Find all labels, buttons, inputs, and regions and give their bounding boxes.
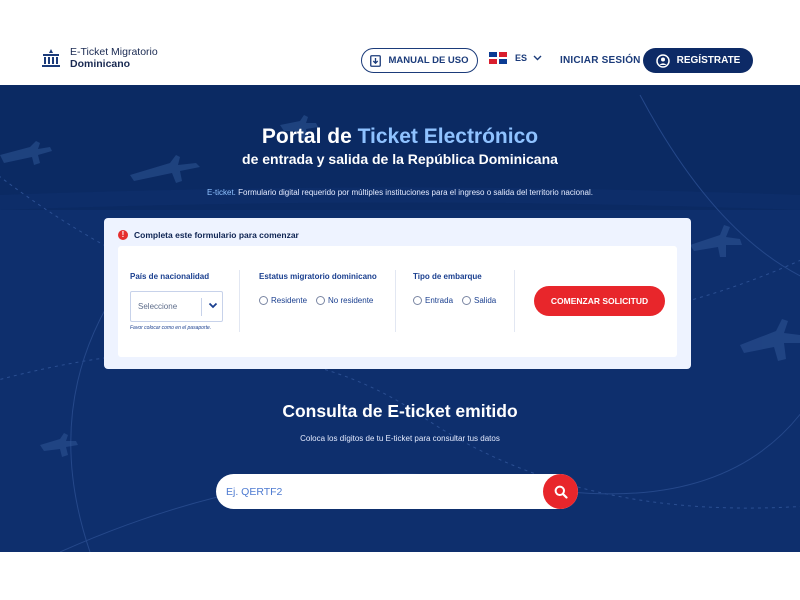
title-accent: Ticket Electrónico xyxy=(357,125,539,148)
select-divider xyxy=(201,298,202,316)
application-form-card: ! Completa este formulario para comenzar… xyxy=(104,218,691,369)
consult-title: Consulta de E-ticket emitido xyxy=(282,401,518,421)
boarding-radio-exit[interactable]: Salida xyxy=(462,296,496,305)
boarding-option-label: Entrada xyxy=(425,296,454,305)
description-text: Formulario digital requerido por múltipl… xyxy=(235,188,593,197)
radio-circle xyxy=(462,296,471,305)
boarding-radio-entry[interactable]: Entrada xyxy=(413,296,453,305)
hero-section: Portal de Ticket Electrónico de entrada … xyxy=(0,85,800,552)
site-header: E-Ticket Migratorio Dominicano MANUAL DE… xyxy=(0,0,800,85)
site-logo[interactable]: E-Ticket Migratorio Dominicano xyxy=(40,46,158,70)
radio-circle xyxy=(413,296,422,305)
status-option-label: Residente xyxy=(271,296,308,305)
field-divider xyxy=(514,270,515,332)
register-label: REGÍSTRATE xyxy=(676,55,741,66)
language-selector[interactable]: ES xyxy=(489,52,542,64)
page-subtitle: de entrada y salida de la República Domi… xyxy=(242,151,558,167)
form-heading: ! Completa este formulario para comenzar xyxy=(118,230,299,240)
eticket-search-input[interactable] xyxy=(226,474,526,509)
title-prefix: Portal de xyxy=(261,125,358,148)
boarding-option-label: Salida xyxy=(474,296,497,305)
alert-icon: ! xyxy=(118,230,128,240)
page-description: E-ticket. Formulario digital requerido p… xyxy=(0,188,800,197)
register-button[interactable]: REGÍSTRATE xyxy=(643,48,753,73)
start-application-button[interactable]: COMENZAR SOLICITUD xyxy=(534,286,665,316)
radio-circle xyxy=(316,296,325,305)
status-radio-non-resident[interactable]: No residente xyxy=(316,296,373,305)
field-divider xyxy=(395,270,396,332)
manual-label: MANUAL DE USO xyxy=(388,55,469,66)
nationality-hint: Favor colocar como en el pasaporte. xyxy=(130,325,212,331)
form-fields: País de nacionalidad Seleccione Favor co… xyxy=(118,246,677,357)
search-icon xyxy=(554,485,568,499)
user-circle-icon xyxy=(655,53,670,68)
radio-circle xyxy=(259,296,268,305)
language-code: ES xyxy=(515,53,528,63)
dominican-republic-flag-icon xyxy=(489,52,507,64)
status-radio-resident[interactable]: Residente xyxy=(259,296,307,305)
page-title: Portal de Ticket Electrónico xyxy=(0,125,800,149)
logo-subtitle: Dominicano xyxy=(70,58,131,70)
nationality-selected-value: Seleccione xyxy=(138,302,178,311)
chevron-down-icon xyxy=(533,55,542,61)
form-heading-text: Completa este formulario para comenzar xyxy=(134,230,299,240)
nationality-label: País de nacionalidad xyxy=(130,272,210,281)
status-label: Estatus migratorio dominicano xyxy=(259,272,377,281)
status-option-label: No residente xyxy=(328,296,374,305)
nationality-select[interactable]: Seleccione xyxy=(130,291,223,322)
government-building-icon xyxy=(42,49,60,67)
description-tag: E-ticket. xyxy=(207,188,236,197)
field-divider xyxy=(239,270,240,332)
manual-button[interactable]: MANUAL DE USO xyxy=(361,48,478,73)
search-button[interactable] xyxy=(543,474,578,509)
login-link[interactable]: INICIAR SESIÓN xyxy=(560,55,641,66)
consult-subtitle: Coloca los dígitos de tu E-ticket para c… xyxy=(300,434,500,443)
chevron-down-icon xyxy=(208,302,218,309)
boarding-label: Tipo de embarque xyxy=(413,272,482,281)
document-download-icon xyxy=(370,54,382,67)
logo-title: E-Ticket Migratorio xyxy=(70,46,158,58)
eticket-search-bar xyxy=(216,474,578,509)
